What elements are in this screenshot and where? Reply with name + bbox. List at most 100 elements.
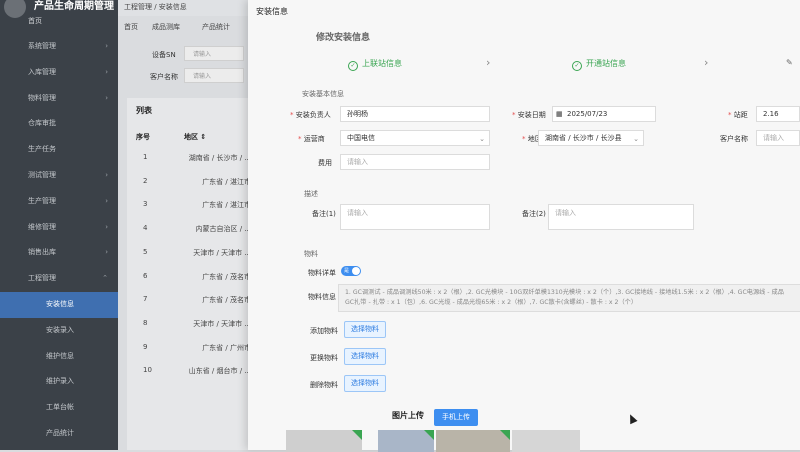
table-row[interactable]: 9 广东省 / 广州市 xyxy=(127,334,257,359)
tab-finished-test[interactable]: 成品测库 xyxy=(152,22,180,32)
row-index: 5 xyxy=(143,247,148,256)
filter-sn-label: 设备SN xyxy=(152,51,176,59)
distance-label-text: 站距 xyxy=(733,111,748,119)
step-edit[interactable]: ✎ xyxy=(786,58,793,67)
delete-material-button[interactable]: 选择物料 xyxy=(344,375,386,392)
sidebar-item-engineering[interactable]: 工程管理 ⌃ xyxy=(0,266,118,292)
owner-input[interactable]: 孙明杨 xyxy=(340,106,490,122)
breadcrumb: 工程管理 / 安装信息 xyxy=(124,3,187,11)
tab-home[interactable]: 首页 xyxy=(124,22,138,32)
uploaded-image-3[interactable] xyxy=(436,430,510,452)
material-detail-label: 物料详单 xyxy=(308,269,336,277)
sidebar-subitem-work-orders[interactable]: 工单台帐 xyxy=(0,395,118,421)
delete-material-label: 删除物料 xyxy=(310,381,338,389)
row-index: 9 xyxy=(143,342,148,351)
column-header-region[interactable]: 地区 ⇕ xyxy=(184,132,206,142)
date-label-text: 安装日期 xyxy=(517,111,546,119)
step-label: 开通站信息 xyxy=(586,59,626,68)
table-row[interactable]: 1 湖南省 / 长沙市 / ... xyxy=(127,144,257,169)
operator-select[interactable]: 中国电信 ⌄ xyxy=(340,130,490,146)
sidebar-subitem-install-entry[interactable]: 安装录入 xyxy=(0,318,118,344)
sidebar-item-materials[interactable]: 物料管理 › xyxy=(0,86,118,112)
row-region: 内蒙古自治区 / ... xyxy=(195,225,251,234)
sidebar-item-system[interactable]: 系统管理 › xyxy=(0,34,118,60)
sidebar-item-warehouse-approval[interactable]: 仓库审批 xyxy=(0,111,118,137)
section-description: 描述 xyxy=(304,190,318,198)
date-label: * 安装日期 xyxy=(512,111,546,119)
tab-product-stats[interactable]: 产品统计 xyxy=(202,22,230,32)
image-upload-title: 图片上传 xyxy=(392,411,424,420)
sidebar-subitem-install-info[interactable]: 安装信息 xyxy=(0,291,118,318)
table-row[interactable]: 4 内蒙古自治区 / ... xyxy=(127,215,257,240)
filter-customer-label: 客户名称 xyxy=(150,73,178,81)
distance-input[interactable]: 2.16 xyxy=(756,106,800,122)
row-index: 6 xyxy=(143,271,148,280)
filter-sn-input[interactable]: 请输入 xyxy=(184,46,244,61)
table-row[interactable]: 2 广东省 / 湛江市 xyxy=(127,168,257,193)
date-input[interactable]: ▦ 2025/07/23 xyxy=(552,106,656,122)
chevron-icon: › xyxy=(105,93,108,102)
table-row[interactable]: 6 广东省 / 茂名市 xyxy=(127,263,257,288)
chevron-icon: › xyxy=(105,42,108,50)
table-row[interactable]: 5 天津市 / 天津市 ... xyxy=(127,239,257,264)
sidebar-item-repair[interactable]: 维修管理 › xyxy=(0,215,118,241)
row-region: 广东省 / 广州市 xyxy=(202,343,251,352)
sidebar-item-label: 仓库审批 xyxy=(28,119,56,128)
sidebar-item-inbound[interactable]: 入库管理 › xyxy=(0,60,118,86)
sidebar-item-label: 物料管理 xyxy=(28,93,56,102)
operator-label-text: 运营商 xyxy=(303,135,325,143)
row-index: 7 xyxy=(143,295,148,304)
row-index: 3 xyxy=(143,200,148,209)
sidebar-item-label: 测试管理 xyxy=(28,170,56,179)
row-region: 广东省 / 湛江市 xyxy=(202,177,251,186)
table-row[interactable]: 10 山东省 / 烟台市 / ... xyxy=(127,357,257,382)
table-row[interactable]: 8 天津市 / 天津市 ... xyxy=(127,310,257,335)
customer-input[interactable]: 请输入 xyxy=(756,130,800,146)
step-uplink-station[interactable]: ✓ 上联站信息 xyxy=(348,58,402,71)
uploaded-image-4[interactable] xyxy=(512,430,580,452)
cost-input[interactable]: 请输入 xyxy=(340,154,490,170)
table-row[interactable]: 7 广东省 / 茂名市 xyxy=(127,286,257,311)
sidebar-item-testing[interactable]: 测试管理 › xyxy=(0,163,118,189)
sidebar-item-production[interactable]: 生产管理 › xyxy=(0,189,118,215)
add-material-button[interactable]: 选择物料 xyxy=(344,321,386,338)
replace-material-button[interactable]: 选择物料 xyxy=(344,348,386,365)
remark2-textarea[interactable]: 请输入 xyxy=(548,204,694,230)
cost-label: 费用 xyxy=(318,159,332,167)
region-select[interactable]: 湖南省 / 长沙市 / 长沙县 ⌄ xyxy=(538,130,644,146)
uploaded-image-1[interactable] xyxy=(286,430,362,452)
replace-material-label: 更换物料 xyxy=(310,354,338,362)
remark1-textarea[interactable]: 请输入 xyxy=(340,204,490,230)
material-info-line-2: GC扎带 - 扎带 : x 1（包）,6. GC光缆 - 成品光缆65米 : x… xyxy=(345,299,638,306)
uploaded-image-2[interactable] xyxy=(378,430,434,452)
toggle-label: 是 xyxy=(344,268,350,274)
operator-label: * 运营商 xyxy=(298,135,325,143)
form-title: 修改安装信息 xyxy=(316,33,371,43)
row-region: 广东省 / 茂名市 xyxy=(202,296,251,305)
chevron-up-icon: ⌃ xyxy=(102,274,108,283)
sidebar-subitem-maintenance-info[interactable]: 维护信息 xyxy=(0,344,118,370)
material-detail-toggle[interactable]: 是 xyxy=(341,266,361,276)
edit-icon: ✎ xyxy=(786,58,793,67)
customer-label: 客户名称 xyxy=(720,135,748,143)
add-material-label: 添加物料 xyxy=(310,327,338,335)
step-label: 上联站信息 xyxy=(362,59,402,68)
table-row[interactable]: 3 广东省 / 湛江市 xyxy=(127,191,257,216)
row-region: 天津市 / 天津市 ... xyxy=(193,319,251,328)
step-open-station[interactable]: ✓ 开通站信息 xyxy=(572,58,626,71)
sidebar-subitem-product-stats[interactable]: 产品统计 xyxy=(0,421,118,447)
sidebar-subitem-maintenance-entry[interactable]: 维护录入 xyxy=(0,369,118,395)
home-link[interactable]: 首页 xyxy=(28,16,42,26)
drawer-title: 安装信息 xyxy=(256,7,288,16)
mobile-upload-button[interactable]: 手机上传 xyxy=(434,409,478,426)
column-header-index: 序号 xyxy=(136,133,150,141)
material-info-label: 物料信息 xyxy=(308,293,336,301)
sidebar-item-production-task[interactable]: 生产任务 xyxy=(0,137,118,163)
sidebar-item-label: 维修管理 xyxy=(28,222,56,231)
section-materials: 物料 xyxy=(304,250,318,258)
sidebar-item-sales-outbound[interactable]: 销售出库 › xyxy=(0,240,118,266)
sidebar-item-label: 工程管理 xyxy=(28,274,56,283)
filter-customer-input[interactable]: 请输入 xyxy=(184,68,244,83)
chevron-icon: › xyxy=(105,196,108,205)
row-index: 8 xyxy=(143,318,148,327)
